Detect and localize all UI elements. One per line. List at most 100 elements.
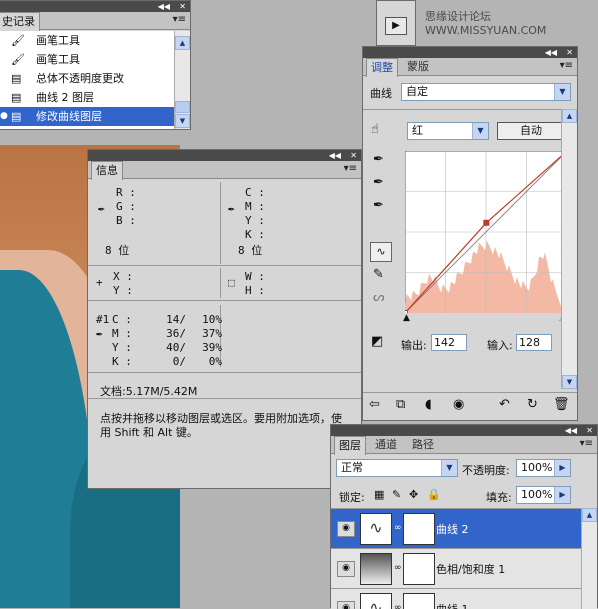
fill-value: 100% [521,488,553,501]
black-point-slider-icon[interactable]: ▲ [403,313,410,323]
scroll-up-icon[interactable]: ▲ [562,109,577,123]
history-item[interactable]: ▤ 修改曲线图层 ● [0,107,174,126]
sample-label: Y : [112,341,132,354]
curves-graph[interactable] [405,151,567,313]
play-button[interactable]: ▶ [385,17,407,35]
panel-menu-icon[interactable]: ▾≡ [560,60,573,71]
history-brush-source-icon[interactable]: ● [0,107,8,126]
collapse-icon[interactable]: ◀◀ [158,1,170,12]
layer-mask-thumbnail[interactable] [403,553,435,585]
sample-readout: C : 14/10% M : 36/37% Y : 40/39% K : 0/0% [112,313,222,373]
panel-menu-icon[interactable]: ▾≡ [580,438,593,449]
eyedropper-icon: ✒ [228,202,235,215]
output-input[interactable]: 142 [431,334,467,351]
lock-all-icon[interactable]: 🔒 [427,488,441,501]
chain-link-icon[interactable]: ∞ [394,563,402,573]
m-label: M : [245,200,265,213]
tab-info[interactable]: 信息 [91,161,123,180]
scroll-up-icon[interactable]: ▲ [175,36,190,50]
b-label: B : [116,214,136,227]
fill-label: 填充: [486,491,512,504]
white-eyedropper-icon[interactable]: ✒ [373,198,384,213]
auto-button[interactable]: 自动 [497,122,565,140]
history-item[interactable]: ▤ 总体不透明度更改 [0,69,174,88]
scroll-down-icon[interactable]: ▼ [175,114,190,128]
lock-brush-icon[interactable]: ✎ [392,488,401,501]
fill-input[interactable]: 100% ▶ [516,486,571,504]
chevron-down-icon: ▼ [441,460,457,476]
c-label: C : [245,186,265,199]
smooth-icon[interactable]: ᔕ [373,290,385,305]
info-tabrow: 信息 ▾≡ [88,161,361,180]
visibility-eye-icon[interactable]: ◉ [453,397,464,412]
history-item[interactable]: 🖌 画笔工具 [0,31,174,50]
back-arrow-icon[interactable]: ⇦ [369,397,380,412]
scroll-up-icon[interactable]: ▲ [582,508,597,522]
output-label: 输出: [401,339,427,352]
clipping-warning-icon[interactable]: ◩ [371,334,383,349]
lock-transparency-icon[interactable]: ▦ [374,488,384,501]
tab-adjustments[interactable]: 调整 [366,58,398,77]
opacity-input[interactable]: 100% ▶ [516,459,571,477]
play-icon: ▶ [392,20,400,31]
close-icon[interactable]: ✕ [179,1,186,12]
panel-menu-icon[interactable]: ▾≡ [173,14,186,25]
divider [220,182,221,264]
curve-point-tool-icon[interactable]: ∿ [370,242,392,262]
reset-icon[interactable]: ↻ [527,397,538,412]
history-list: 🖌 画笔工具 🖌 画笔工具 ▤ 总体不透明度更改 ▤ 曲线 2 图层 ▤ 修改曲线图层 ● [0,31,174,129]
adjustments-scrollbar[interactable]: ▲ ▼ [561,109,577,389]
curve-control-point[interactable] [483,219,490,226]
layer-mask-thumbnail[interactable] [403,513,435,545]
input-input[interactable]: 128 [516,334,552,351]
close-icon[interactable]: ✕ [586,425,593,436]
clip-to-layer-icon[interactable]: ◖ [425,397,432,412]
collapse-icon[interactable]: ◀◀ [545,47,557,58]
collapse-icon[interactable]: ◀◀ [329,150,341,161]
history-item[interactable]: 🖌 画笔工具 [0,50,174,69]
tab-history[interactable]: 史记录 [0,12,40,31]
blend-mode-select[interactable]: 正常 ▼ [336,459,458,477]
close-icon[interactable]: ✕ [566,47,573,58]
chain-link-icon[interactable]: ∞ [394,523,402,533]
gray-eyedropper-icon[interactable]: ✒ [373,175,384,190]
info-titlebar: ◀◀ ✕ [88,150,361,161]
layer-row[interactable]: ◉∿∞曲线 1 [331,588,581,609]
history-item[interactable]: ▤ 曲线 2 图层 [0,88,174,107]
black-eyedropper-icon[interactable]: ✒ [373,152,384,167]
layer-mask-thumbnail[interactable] [403,593,435,609]
preset-value: 自定 [406,85,428,98]
opacity-value: 100% [521,461,553,474]
visibility-eye-icon[interactable]: ◉ [337,561,355,577]
preset-select[interactable]: 自定 ▼ [401,83,571,101]
layers-scrollbar[interactable]: ▲ [581,508,597,609]
target-adjust-icon[interactable]: ☝ [371,122,379,137]
sample-id: #1 [96,313,110,326]
trash-icon[interactable]: 🗑 [553,397,570,412]
scroll-thumb[interactable] [175,101,190,113]
sample-percent: 0% [208,355,222,368]
visibility-eye-icon[interactable]: ◉ [337,521,355,537]
chain-link-icon[interactable]: ∞ [394,603,402,609]
tab-channels[interactable]: 通道 [371,436,401,454]
sample-percent: 37% [202,327,222,340]
scroll-down-icon[interactable]: ▼ [562,375,577,389]
close-icon[interactable]: ✕ [350,150,357,161]
expand-view-icon[interactable]: ⧉ [396,397,405,412]
collapse-icon[interactable]: ◀◀ [565,425,577,436]
tab-masks[interactable]: 蒙版 [403,58,433,76]
history-item-label: 画笔工具 [36,53,80,66]
layer-name: 色相/饱和度 1 [436,563,506,576]
channel-select[interactable]: 红 ▼ [407,122,489,140]
tab-paths[interactable]: 路径 [408,436,438,454]
layer-row[interactable]: ◉ ∞ 色相/饱和度 1 [331,548,581,589]
lock-move-icon[interactable]: ✥ [409,488,418,501]
g-label: G : [116,200,136,213]
pencil-icon[interactable]: ✎ [373,267,384,282]
view-previous-icon[interactable]: ↶ [499,397,510,412]
tab-layers[interactable]: 图层 [334,436,366,455]
sample-label: C : [112,313,132,326]
history-scrollbar[interactable]: ▲ ▼ [174,31,190,129]
layer-row[interactable]: ◉ ∿ ∞ 曲线 2 [331,508,581,549]
panel-menu-icon[interactable]: ▾≡ [344,163,357,174]
